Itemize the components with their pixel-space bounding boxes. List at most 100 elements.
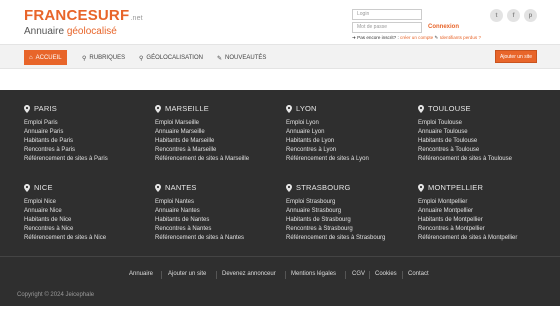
city-block-nice: NICE Emploi Nice Annuaire Nice Habitants de… bbox=[24, 183, 154, 243]
city-link[interactable]: Emploi Montpellier bbox=[418, 198, 548, 207]
footer-link-annonceur[interactable]: Devenez annonceur bbox=[222, 271, 276, 277]
forgot-ids-link[interactable]: Identifiants perdus ? bbox=[440, 35, 481, 40]
city-block-nantes: NANTES Emploi Nantes Annuaire Nantes Habita… bbox=[155, 183, 285, 243]
city-link[interactable]: Rencontres à Strasbourg bbox=[286, 225, 416, 234]
city-name: LYON bbox=[296, 104, 317, 113]
city-title[interactable]: PARIS bbox=[24, 104, 154, 113]
footer-divider bbox=[216, 271, 217, 279]
city-name: TOULOUSE bbox=[428, 104, 471, 113]
pinterest-icon[interactable]: p bbox=[524, 9, 537, 22]
city-link[interactable]: Rencontres à Lyon bbox=[286, 146, 416, 155]
login-form: Login Mot de passe bbox=[352, 9, 422, 35]
facebook-icon[interactable]: f bbox=[507, 9, 520, 22]
nav-item-nouveautes[interactable]: ✎ NOUVEAUTÉS bbox=[217, 51, 266, 65]
city-link[interactable]: Annuaire Toulouse bbox=[418, 128, 548, 137]
city-link[interactable]: Habitants de Toulouse bbox=[418, 137, 548, 146]
city-link[interactable]: Annuaire Nice bbox=[24, 207, 154, 216]
nav-item-rubriques[interactable]: ⚲ RUBRIQUES bbox=[82, 51, 125, 65]
footer-link-cgv[interactable]: CGV bbox=[352, 271, 365, 277]
footer-link-mentions[interactable]: Mentions légales bbox=[291, 271, 336, 277]
city-link[interactable]: Habitants de Strasbourg bbox=[286, 216, 416, 225]
map-pin-icon bbox=[286, 104, 292, 113]
brand-tld: .net bbox=[130, 15, 143, 22]
nav-item-accueil[interactable]: ⌂ ACCUEIL bbox=[24, 50, 67, 65]
city-block-marseille: MARSEILLE Emploi Marseille Annuaire Marsei… bbox=[155, 104, 285, 164]
city-link[interactable]: Habitants de Marseille bbox=[155, 137, 285, 146]
brand-subtitle-highlight: géolocalisé bbox=[66, 26, 117, 37]
city-link[interactable]: Annuaire Nantes bbox=[155, 207, 285, 216]
map-pin-icon bbox=[155, 183, 161, 192]
city-title[interactable]: NICE bbox=[24, 183, 154, 192]
city-link[interactable]: Annuaire Marseille bbox=[155, 128, 285, 137]
city-name: STRASBOURG bbox=[296, 183, 351, 192]
city-name: MONTPELLIER bbox=[428, 183, 484, 192]
city-link[interactable]: Rencontres à Paris bbox=[24, 146, 154, 155]
pencil-icon: ✎ bbox=[217, 55, 223, 62]
footer-link-ajouter[interactable]: Ajouter un site bbox=[168, 271, 206, 277]
site-logo[interactable]: FRANCESURF.net Annuaire géolocalisé bbox=[24, 8, 143, 37]
footer-link-annuaire[interactable]: Annuaire bbox=[129, 271, 153, 277]
footer-divider bbox=[161, 271, 162, 279]
city-link[interactable]: Référencement de sites à Paris bbox=[24, 155, 154, 164]
site-header: FRANCESURF.net Annuaire géolocalisé Logi… bbox=[0, 0, 560, 44]
city-title[interactable]: LYON bbox=[286, 104, 416, 113]
city-link[interactable]: Référencement de sites à Nantes bbox=[155, 234, 285, 243]
nav-item-geolocalisation[interactable]: ⚲ GÉOLOCALISATION bbox=[139, 51, 203, 65]
city-link[interactable]: Référencement de sites à Montpellier bbox=[418, 234, 548, 243]
city-link[interactable]: Habitants de Paris bbox=[24, 137, 154, 146]
city-block-montpellier: MONTPELLIER Emploi Montpellier Annuaire Mo… bbox=[418, 183, 548, 243]
city-link[interactable]: Annuaire Montpellier bbox=[418, 207, 548, 216]
city-link[interactable]: Emploi Marseille bbox=[155, 119, 285, 128]
city-link[interactable]: Emploi Lyon bbox=[286, 119, 416, 128]
map-pin-icon bbox=[286, 183, 292, 192]
edit-icon: ✎ bbox=[434, 35, 439, 40]
city-link[interactable]: Annuaire Strasbourg bbox=[286, 207, 416, 216]
city-block-strasbourg: STRASBOURG Emploi Strasbourg Annuaire Stra… bbox=[286, 183, 416, 243]
city-title[interactable]: NANTES bbox=[155, 183, 285, 192]
footer-link-cookies[interactable]: Cookies bbox=[375, 271, 397, 277]
login-input[interactable]: Login bbox=[352, 9, 422, 20]
city-link[interactable]: Référencement de sites à Strasbourg bbox=[286, 234, 416, 243]
city-block-lyon: LYON Emploi Lyon Annuaire Lyon Habitants de… bbox=[286, 104, 416, 164]
city-title[interactable]: STRASBOURG bbox=[286, 183, 416, 192]
city-link[interactable]: Rencontres à Nice bbox=[24, 225, 154, 234]
city-block-paris: PARIS Emploi Paris Annuaire Paris Habitants… bbox=[24, 104, 154, 164]
city-link[interactable]: Habitants de Montpellier bbox=[418, 216, 548, 225]
city-link[interactable]: Rencontres à Nantes bbox=[155, 225, 285, 234]
city-link[interactable]: Habitants de Nice bbox=[24, 216, 154, 225]
city-link[interactable]: Emploi Strasbourg bbox=[286, 198, 416, 207]
home-icon: ⌂ bbox=[29, 54, 33, 61]
search-icon: ⚲ bbox=[82, 55, 87, 62]
map-pin-icon bbox=[24, 104, 30, 113]
city-link[interactable]: Rencontres à Marseille bbox=[155, 146, 285, 155]
password-input[interactable]: Mot de passe bbox=[352, 22, 422, 33]
city-link[interactable]: Rencontres à Toulouse bbox=[418, 146, 548, 155]
city-link[interactable]: Référencement de sites à Nice bbox=[24, 234, 154, 243]
map-pin-icon bbox=[418, 104, 424, 113]
city-title[interactable]: MONTPELLIER bbox=[418, 183, 548, 192]
main-nav: ⌂ ACCUEIL ⚲ RUBRIQUES ⚲ GÉOLOCALISATION … bbox=[0, 44, 560, 69]
city-link[interactable]: Habitants de Lyon bbox=[286, 137, 416, 146]
city-link[interactable]: Annuaire Lyon bbox=[286, 128, 416, 137]
city-title[interactable]: TOULOUSE bbox=[418, 104, 548, 113]
city-link[interactable]: Habitants de Nantes bbox=[155, 216, 285, 225]
city-link[interactable]: Emploi Paris bbox=[24, 119, 154, 128]
city-link[interactable]: Rencontres à Montpellier bbox=[418, 225, 548, 234]
city-link[interactable]: Référencement de sites à Toulouse bbox=[418, 155, 548, 164]
city-title[interactable]: MARSEILLE bbox=[155, 104, 285, 113]
add-site-button[interactable]: Ajouter un site bbox=[495, 50, 537, 63]
twitter-icon[interactable]: t bbox=[490, 9, 503, 22]
city-link[interactable]: Référencement de sites à Lyon bbox=[286, 155, 416, 164]
city-link[interactable]: Emploi Nantes bbox=[155, 198, 285, 207]
copyright-bar: Copyright © 2024 Jeicephale bbox=[0, 286, 560, 306]
create-account-link[interactable]: créer un compte bbox=[400, 35, 433, 40]
city-link[interactable]: Emploi Nice bbox=[24, 198, 154, 207]
city-name: MARSEILLE bbox=[165, 104, 209, 113]
footer-divider bbox=[285, 271, 286, 279]
city-link[interactable]: Annuaire Paris bbox=[24, 128, 154, 137]
city-link[interactable]: Référencement de sites à Marseille bbox=[155, 155, 285, 164]
city-name: NICE bbox=[34, 183, 53, 192]
city-link[interactable]: Emploi Toulouse bbox=[418, 119, 548, 128]
connexion-button[interactable]: Connexion bbox=[428, 24, 459, 30]
footer-link-contact[interactable]: Contact bbox=[408, 271, 429, 277]
